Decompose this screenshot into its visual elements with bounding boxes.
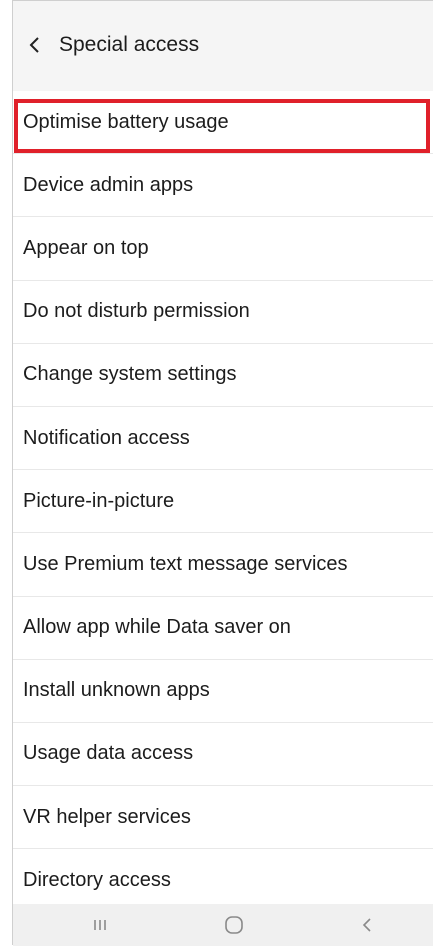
special-access-list: Optimise battery usage Device admin apps…	[13, 91, 433, 913]
nav-back-button[interactable]	[337, 904, 397, 946]
home-button[interactable]	[204, 904, 264, 946]
chevron-left-icon	[29, 37, 39, 53]
list-item-label: Usage data access	[23, 742, 194, 765]
app-bar: Special access	[13, 1, 433, 91]
list-item-notification-access[interactable]: Notification access	[13, 407, 433, 471]
list-item-optimise-battery-usage[interactable]: Optimise battery usage	[13, 91, 433, 155]
recents-icon	[94, 920, 106, 930]
list-item-label: Change system settings	[23, 363, 237, 386]
back-button[interactable]	[23, 31, 45, 59]
list-item-label: Appear on top	[23, 236, 149, 259]
recents-button[interactable]	[70, 904, 130, 946]
list-item-label: VR helper services	[23, 805, 191, 828]
list-item-usage-data-access[interactable]: Usage data access	[13, 723, 433, 787]
list-item-label: Picture-in-picture	[23, 489, 175, 512]
list-item-directory-access[interactable]: Directory access	[13, 849, 433, 913]
navigation-bar	[13, 904, 433, 946]
list-item-allow-app-while-data-saver-on[interactable]: Allow app while Data saver on	[13, 597, 433, 660]
list-item-device-admin-apps[interactable]: Device admin apps	[13, 154, 433, 218]
list-item-do-not-disturb-permission[interactable]: Do not disturb permission	[13, 281, 433, 344]
list-item-label: Install unknown apps	[23, 679, 210, 702]
list-item-label: Allow app while Data saver on	[23, 616, 291, 639]
list-item-vr-helper-services[interactable]: VR helper services	[13, 786, 433, 850]
list-item-change-system-settings[interactable]: Change system settings	[13, 344, 433, 407]
list-item-install-unknown-apps[interactable]: Install unknown apps	[13, 660, 433, 723]
back-icon	[362, 918, 371, 932]
list-item-label: Device admin apps	[23, 173, 194, 196]
list-item-label: Use Premium text message services	[23, 552, 348, 575]
settings-screen: Special access Optimise battery usage De…	[12, 0, 433, 946]
list-item-label: Optimise battery usage	[23, 110, 229, 133]
list-item-label: Directory access	[23, 868, 171, 891]
list-item-appear-on-top[interactable]: Appear on top	[13, 217, 433, 281]
list-item-label: Do not disturb permission	[23, 300, 250, 323]
list-item-picture-in-picture[interactable]: Picture-in-picture	[13, 470, 433, 534]
list-item-premium-text-message-services[interactable]: Use Premium text message services	[13, 533, 433, 597]
home-icon	[225, 916, 243, 934]
list-item-label: Notification access	[23, 426, 190, 449]
page-title: Special access	[59, 33, 200, 56]
